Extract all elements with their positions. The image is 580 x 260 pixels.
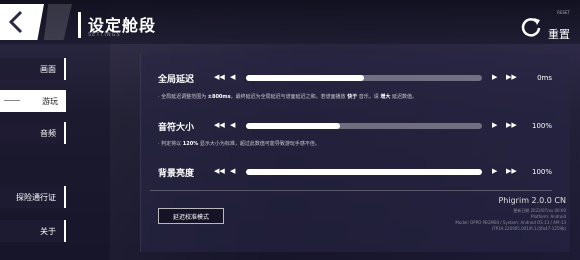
- latency-increase-button[interactable]: ▶: [492, 73, 497, 81]
- sidebar-item-about[interactable]: 关于: [0, 220, 66, 242]
- sidebar-item-display[interactable]: 画面: [0, 58, 66, 80]
- version-info-line: (TP1A.220905.001/R.1c5fe47-1259b): [491, 226, 566, 231]
- header-bar: [0, 0, 580, 44]
- sidebar-item-label: 游玩: [42, 96, 58, 106]
- note-size-decrease-fast-button[interactable]: ◀◀: [214, 121, 225, 129]
- note-size-increase-button[interactable]: ▶: [492, 121, 497, 129]
- latency-decrease-button[interactable]: ◀: [230, 73, 235, 81]
- brightness-value: 100%: [531, 168, 552, 176]
- latency-decrease-fast-button[interactable]: ◀◀: [214, 73, 225, 81]
- sidebar-item-label: 画面: [40, 64, 56, 74]
- note-size-slider[interactable]: [246, 123, 482, 129]
- note-size-label: 音符大小: [158, 123, 195, 133]
- reset-en-label: RESET: [557, 10, 570, 15]
- note-size-decrease-button[interactable]: ◀: [230, 121, 235, 129]
- brightness-label: 背景亮度: [158, 169, 195, 179]
- brightness-increase-button[interactable]: ▶: [492, 167, 497, 175]
- sidebar-item-pass[interactable]: 探险通行证: [0, 186, 66, 208]
- sidebar-item-label: 音频: [40, 128, 56, 138]
- brightness-decrease-fast-button[interactable]: ◀◀: [214, 167, 225, 175]
- latency-label: 全局延迟: [158, 75, 195, 85]
- brightness-slider[interactable]: [246, 169, 482, 175]
- brightness-decrease-button[interactable]: ◀: [230, 167, 235, 175]
- reset-button[interactable]: RESET 重置: [520, 10, 570, 42]
- active-marker: [4, 100, 20, 101]
- latency-slider[interactable]: [246, 75, 482, 81]
- sidebar-item-gameplay[interactable]: 游玩: [0, 90, 66, 112]
- title-accent-bar: [78, 12, 81, 38]
- brightness-increase-fast-button[interactable]: ▶▶: [506, 167, 517, 175]
- note-size-slider-fill: [246, 123, 341, 129]
- sidebar-item-label: 关于: [40, 226, 56, 236]
- note-size-note: · 判定将以 120% 显示大小为标准，超过此数值可能导致游玩手感不佳。: [158, 141, 320, 147]
- note-size-increase-fast-button[interactable]: ▶▶: [506, 121, 517, 129]
- sidebar-item-label: 探险通行证: [16, 192, 56, 202]
- section-divider: [150, 190, 552, 191]
- latency-slider-fill: [246, 75, 364, 81]
- latency-note: · 全局延迟调整范围为 ±800ms，最终延迟为全局延迟与谱面延迟之和。若谱面播…: [158, 94, 417, 100]
- latency-increase-fast-button[interactable]: ▶▶: [506, 73, 517, 81]
- page-subtitle: SETTINGS: [88, 32, 121, 38]
- latency-value: 0ms: [537, 74, 552, 82]
- back-button[interactable]: [0, 4, 44, 40]
- version-info-line: Platform: Android: [531, 214, 566, 219]
- reset-label: 重置: [548, 28, 570, 41]
- latency-calibration-button[interactable]: 延迟校准模式: [158, 208, 224, 224]
- back-arrow-icon: [8, 10, 23, 34]
- version-title: Phigrim 2.0.0 CN: [498, 196, 566, 205]
- refresh-icon: [521, 18, 541, 37]
- note-size-value: 100%: [531, 122, 552, 130]
- brightness-slider-fill: [246, 169, 482, 175]
- version-info-line: Model: OPPO PEGM00 / System: Android OS …: [455, 220, 566, 225]
- sidebar-item-audio[interactable]: 音频: [0, 122, 66, 144]
